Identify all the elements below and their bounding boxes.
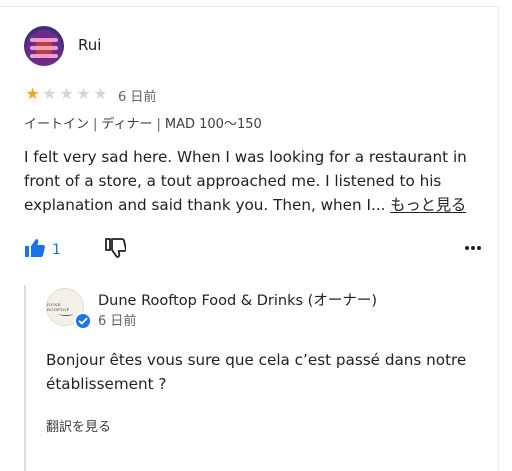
dislike-button[interactable] xyxy=(104,238,127,262)
more-options-button[interactable] xyxy=(463,238,483,262)
owner-reply-text: Bonjour êtes vous sure que cela c’est pa… xyxy=(46,351,467,393)
star-rating: ★ ★ ★ ★ ★ xyxy=(24,86,109,102)
meta-separator: | xyxy=(156,117,161,132)
thumbs-up-icon xyxy=(24,238,46,262)
review-date: 6 日前 xyxy=(118,90,157,105)
reply-divider xyxy=(24,285,26,471)
star-empty-icon: ★ xyxy=(59,84,74,103)
meta-separator: | xyxy=(93,117,98,132)
avatar[interactable] xyxy=(24,26,64,66)
star-empty-icon: ★ xyxy=(42,84,57,103)
star-filled-icon: ★ xyxy=(25,84,40,103)
star-empty-icon: ★ xyxy=(93,84,108,103)
owner-name[interactable]: Dune Rooftop Food & Drinks (オーナー) xyxy=(98,289,377,310)
owner-logo-text: DUNE ROOFTOP xyxy=(47,302,70,312)
user-name[interactable]: Rui xyxy=(78,36,101,54)
price-range: MAD 100～150 xyxy=(164,117,262,132)
more-horizontal-icon xyxy=(463,243,483,262)
dining-type: イートイン xyxy=(24,117,90,132)
owner-reply-date: 6 日前 xyxy=(98,314,137,329)
thumbs-down-icon xyxy=(104,238,127,262)
card-top-border xyxy=(0,6,498,7)
owner-logo-wave xyxy=(59,312,73,316)
meal-type: ディナー xyxy=(101,117,153,132)
read-more-link[interactable]: もっと見る xyxy=(390,196,466,214)
translate-link[interactable]: 翻訳を見る xyxy=(46,416,111,435)
star-empty-icon: ★ xyxy=(76,84,91,103)
card-right-border xyxy=(498,6,499,471)
like-count: 1 xyxy=(52,242,61,258)
verified-check-icon xyxy=(74,312,92,330)
review-text-block: I felt very sad here. When I was looking… xyxy=(24,145,474,217)
like-button[interactable]: 1 xyxy=(24,238,61,262)
review-meta: イートイン | ディナー | MAD 100～150 xyxy=(24,113,262,132)
